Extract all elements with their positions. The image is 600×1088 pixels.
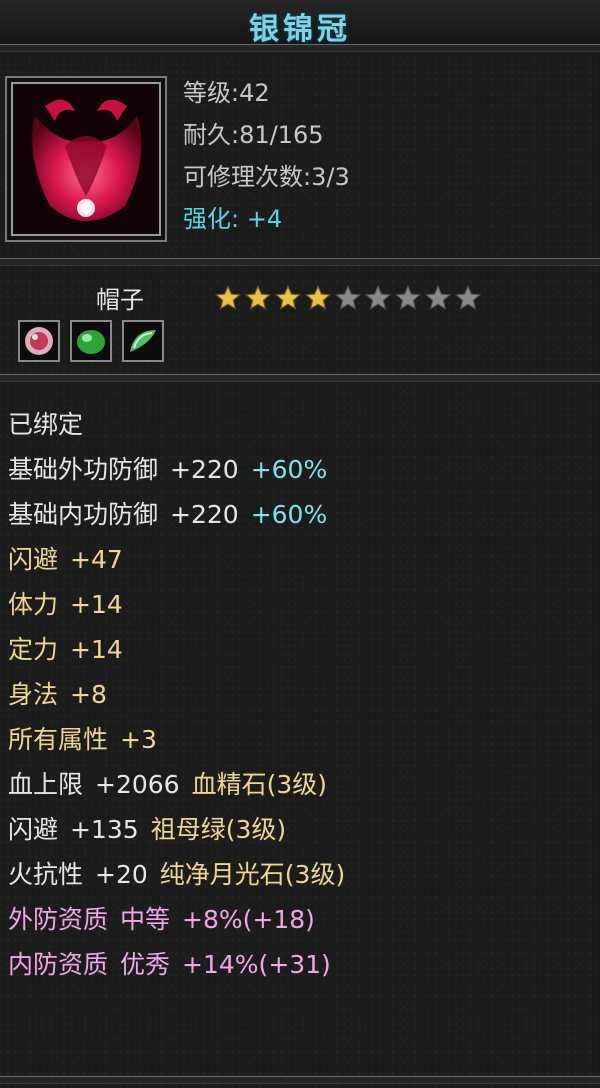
item-enhance: 强化: +4 [183, 202, 282, 236]
item-stat-line: 火抗性 +20 纯净月光石(3级) [8, 854, 345, 896]
moonstone-gem-icon [130, 330, 156, 352]
stat-part: 外防资质 [8, 905, 109, 934]
star-empty-icon [454, 284, 482, 310]
item-level: 等级:42 [183, 79, 270, 107]
item-stat-line: 定力 +14 [8, 629, 123, 671]
stat-part: +20 [95, 860, 148, 889]
item-name: 银锦冠 [249, 12, 351, 47]
stat-part: +14%(+31) [182, 950, 331, 979]
stat-part: 纯净月光石(3级) [159, 860, 346, 889]
stat-part: +60% [250, 500, 328, 529]
divider [0, 374, 600, 382]
stat-part: +14 [70, 590, 123, 619]
item-stat-line: 闪避 +135 祖母绿(3级) [8, 809, 286, 851]
stat-part: 定力 [8, 635, 59, 664]
item-stat-line: 基础外功防御 +220 +60% [8, 449, 327, 491]
stat-part: 闪避 [8, 815, 59, 844]
stat-part: +135 [70, 815, 139, 844]
stat-part: 基础外功防御 [8, 455, 159, 484]
star-empty-icon [394, 284, 422, 310]
item-stat-line: 血上限 +2066 血精石(3级) [8, 764, 327, 806]
star-filled-icon [214, 284, 242, 310]
gem-slot-2[interactable] [70, 320, 112, 362]
star-empty-icon [334, 284, 362, 310]
stat-part: +220 [170, 500, 239, 529]
stat-part: +47 [70, 545, 123, 574]
item-stat-line: 身法 +8 [8, 674, 107, 716]
item-category: 帽子 [96, 286, 144, 314]
stat-part: 所有属性 [8, 725, 109, 754]
item-stat-line: 内防资质 优秀 +14%(+31) [8, 944, 331, 986]
stat-part: 优秀 [120, 950, 171, 979]
divider [0, 44, 600, 52]
stat-part: 血精石(3级) [191, 770, 328, 799]
stat-part: 已绑定 [8, 410, 84, 439]
star-empty-icon [424, 284, 452, 310]
stat-part: 身法 [8, 680, 59, 709]
stat-part: +3 [120, 725, 157, 754]
stat-part: 火抗性 [8, 860, 84, 889]
item-stat-line: 外防资质 中等 +8%(+18) [8, 899, 315, 941]
star-empty-icon [364, 284, 392, 310]
divider [0, 258, 600, 266]
stat-part: +2066 [95, 770, 180, 799]
star-filled-icon [244, 284, 272, 310]
item-stat-line: 所有属性 +3 [8, 719, 157, 761]
stat-part: +8%(+18) [182, 905, 315, 934]
stat-part: +8 [70, 680, 107, 709]
stat-part: +220 [170, 455, 239, 484]
item-repair-count: 可修理次数:3/3 [183, 163, 350, 191]
stat-part: +60% [250, 455, 328, 484]
emerald-gem-icon [77, 330, 105, 354]
stat-part: 体力 [8, 590, 59, 619]
item-icon-frame [5, 76, 167, 242]
item-stat-line: 基础内功防御 +220 +60% [8, 494, 327, 536]
enhance-label: 强化: [183, 205, 240, 233]
item-stat-line: 体力 +14 [8, 584, 123, 626]
tooltip-title-bar: 银锦冠 [0, 0, 600, 47]
stat-part: 祖母绿(3级) [150, 815, 287, 844]
stat-part: 血上限 [8, 770, 84, 799]
gem-slot-1[interactable] [18, 320, 60, 362]
star-filled-icon [304, 284, 332, 310]
stat-part: 基础内功防御 [8, 500, 159, 529]
stat-part: 内防资质 [8, 950, 109, 979]
item-stat-line: 闪避 +47 [8, 539, 123, 581]
enhance-value: +4 [246, 205, 283, 233]
star-filled-icon [274, 284, 302, 310]
item-stat-line: 已绑定 [8, 404, 83, 446]
stat-part: +14 [70, 635, 123, 664]
divider [0, 1076, 600, 1084]
hat-icon [15, 86, 157, 232]
item-durability: 耐久:81/165 [183, 121, 324, 149]
blood-essence-gem-icon [25, 327, 53, 355]
gem-slot-3[interactable] [122, 320, 164, 362]
stat-part: 中等 [120, 905, 171, 934]
stat-part: 闪避 [8, 545, 59, 574]
